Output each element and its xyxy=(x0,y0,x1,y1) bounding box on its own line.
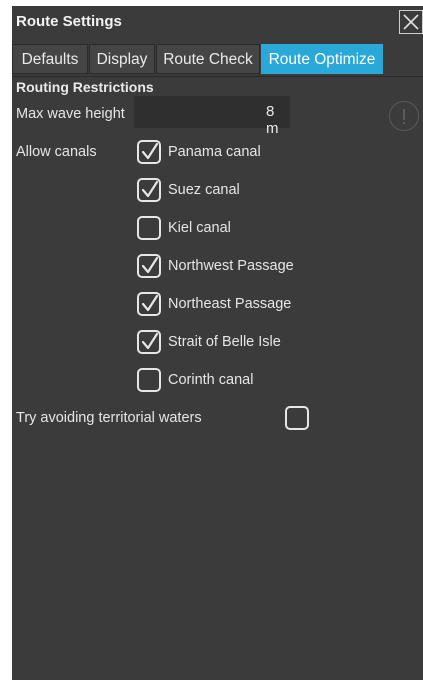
checkbox-territorial-waters[interactable] xyxy=(285,406,309,430)
checkmark-icon xyxy=(141,142,159,160)
title-bar: Route Settings xyxy=(12,6,423,40)
territorial-waters-label: Try avoiding territorial waters xyxy=(16,410,202,426)
tab-defaults[interactable]: Defaults xyxy=(12,44,88,74)
settings-tabs: Defaults Display Route Check Route Optim… xyxy=(12,44,423,77)
close-button[interactable] xyxy=(399,10,423,34)
checkmark-icon xyxy=(141,332,159,350)
info-icon[interactable] xyxy=(389,101,419,131)
canal-label: Panama canal xyxy=(168,144,261,160)
max-wave-height-value: 8 m xyxy=(266,103,279,137)
section-heading: Routing Restrictions xyxy=(16,79,154,95)
tab-label: Route Check xyxy=(163,51,253,68)
canal-label: Kiel canal xyxy=(168,220,231,236)
checkmark-icon xyxy=(141,294,159,312)
tab-label: Defaults xyxy=(21,51,79,68)
canal-label: Northeast Passage xyxy=(168,296,292,312)
tab-label: Display xyxy=(96,51,148,68)
close-icon xyxy=(403,14,419,30)
tab-label: Route Optimize xyxy=(268,51,376,68)
allow-canals-label: Allow canals xyxy=(16,144,97,160)
route-settings-panel: Route Settings Defaults Display Route Ch… xyxy=(12,6,423,680)
canal-label: Suez canal xyxy=(168,182,240,198)
checkbox-corinth-canal[interactable] xyxy=(137,368,161,392)
checkmark-icon xyxy=(141,180,159,198)
canal-label: Northwest Passage xyxy=(168,258,294,274)
max-wave-height-input[interactable]: 8 m xyxy=(134,96,290,137)
tab-route-optimize[interactable]: Route Optimize xyxy=(261,44,383,74)
tab-display[interactable]: Display xyxy=(89,44,155,74)
checkbox-strait-of-belle-isle[interactable] xyxy=(137,330,161,354)
canal-label: Strait of Belle Isle xyxy=(168,334,281,350)
checkbox-panama-canal[interactable] xyxy=(137,140,161,164)
checkbox-suez-canal[interactable] xyxy=(137,178,161,202)
canal-label: Corinth canal xyxy=(168,372,254,388)
tab-route-check[interactable]: Route Check xyxy=(156,44,260,74)
panel-title: Route Settings xyxy=(16,13,122,30)
max-wave-height-label: Max wave height xyxy=(16,106,125,122)
checkbox-kiel-canal[interactable] xyxy=(137,216,161,240)
checkbox-northeast-passage[interactable] xyxy=(137,292,161,316)
checkbox-northwest-passage[interactable] xyxy=(137,254,161,278)
checkmark-icon xyxy=(141,256,159,274)
